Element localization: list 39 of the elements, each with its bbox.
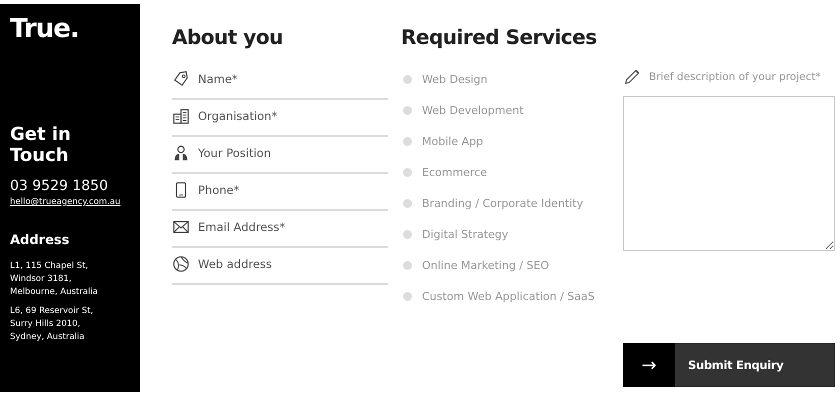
checkbox-label: Digital Strategy bbox=[422, 228, 508, 241]
section-heading: Get in Touch bbox=[10, 124, 72, 166]
checkbox[interactable] bbox=[403, 261, 412, 270]
checkbox[interactable] bbox=[403, 199, 412, 208]
building-icon bbox=[172, 106, 190, 124]
section-title: Required Services bbox=[401, 24, 597, 50]
checkbox[interactable] bbox=[403, 106, 412, 115]
input-field[interactable]: Phone* bbox=[198, 182, 388, 196]
logo: True. bbox=[10, 14, 79, 44]
input-field[interactable]: Web address bbox=[198, 256, 388, 270]
checkbox[interactable] bbox=[403, 137, 412, 146]
input-field[interactable]: Name* bbox=[198, 72, 388, 86]
phone-number: 03 9529 1850 bbox=[10, 178, 108, 194]
input-field[interactable]: Organisation* bbox=[198, 108, 388, 122]
pencil-icon bbox=[623, 68, 641, 86]
email-link[interactable]: hello@trueagency.com.au bbox=[10, 197, 120, 207]
checkbox-label: Branding / Corporate Identity bbox=[422, 197, 584, 210]
checkbox[interactable] bbox=[403, 230, 412, 239]
checkbox-label: Mobile App bbox=[422, 135, 484, 148]
address-text: L1, 115 Chapel St, Windsor 3181, Melbourne, Australia bbox=[10, 260, 98, 299]
checkbox-label: Web Development bbox=[422, 104, 524, 117]
submit-button[interactable]: → Submit Enquiry bbox=[623, 343, 835, 387]
tag-icon bbox=[172, 70, 190, 88]
checkbox[interactable] bbox=[403, 292, 412, 301]
section-heading: Address bbox=[10, 233, 70, 248]
checkbox-label: Ecommerce bbox=[422, 166, 488, 179]
section-title: About you bbox=[172, 24, 283, 50]
checkbox[interactable] bbox=[403, 168, 412, 177]
checkbox-label: Web Design bbox=[422, 73, 488, 86]
address-text: L6, 69 Reservoir St, Surry Hills 2010, Sydney, Australia bbox=[10, 305, 94, 344]
input-field[interactable]: Email Address* bbox=[198, 220, 388, 234]
text-area[interactable] bbox=[623, 96, 835, 251]
input-field[interactable]: Your Position bbox=[198, 146, 388, 160]
checkbox[interactable] bbox=[403, 75, 412, 84]
checkbox-label: Custom Web Application / SaaS bbox=[422, 290, 595, 303]
globe-icon bbox=[172, 254, 190, 272]
field-label: Brief description of your project* bbox=[649, 71, 821, 83]
person-icon bbox=[172, 144, 190, 162]
checkbox-label: Online Marketing / SEO bbox=[422, 259, 550, 272]
